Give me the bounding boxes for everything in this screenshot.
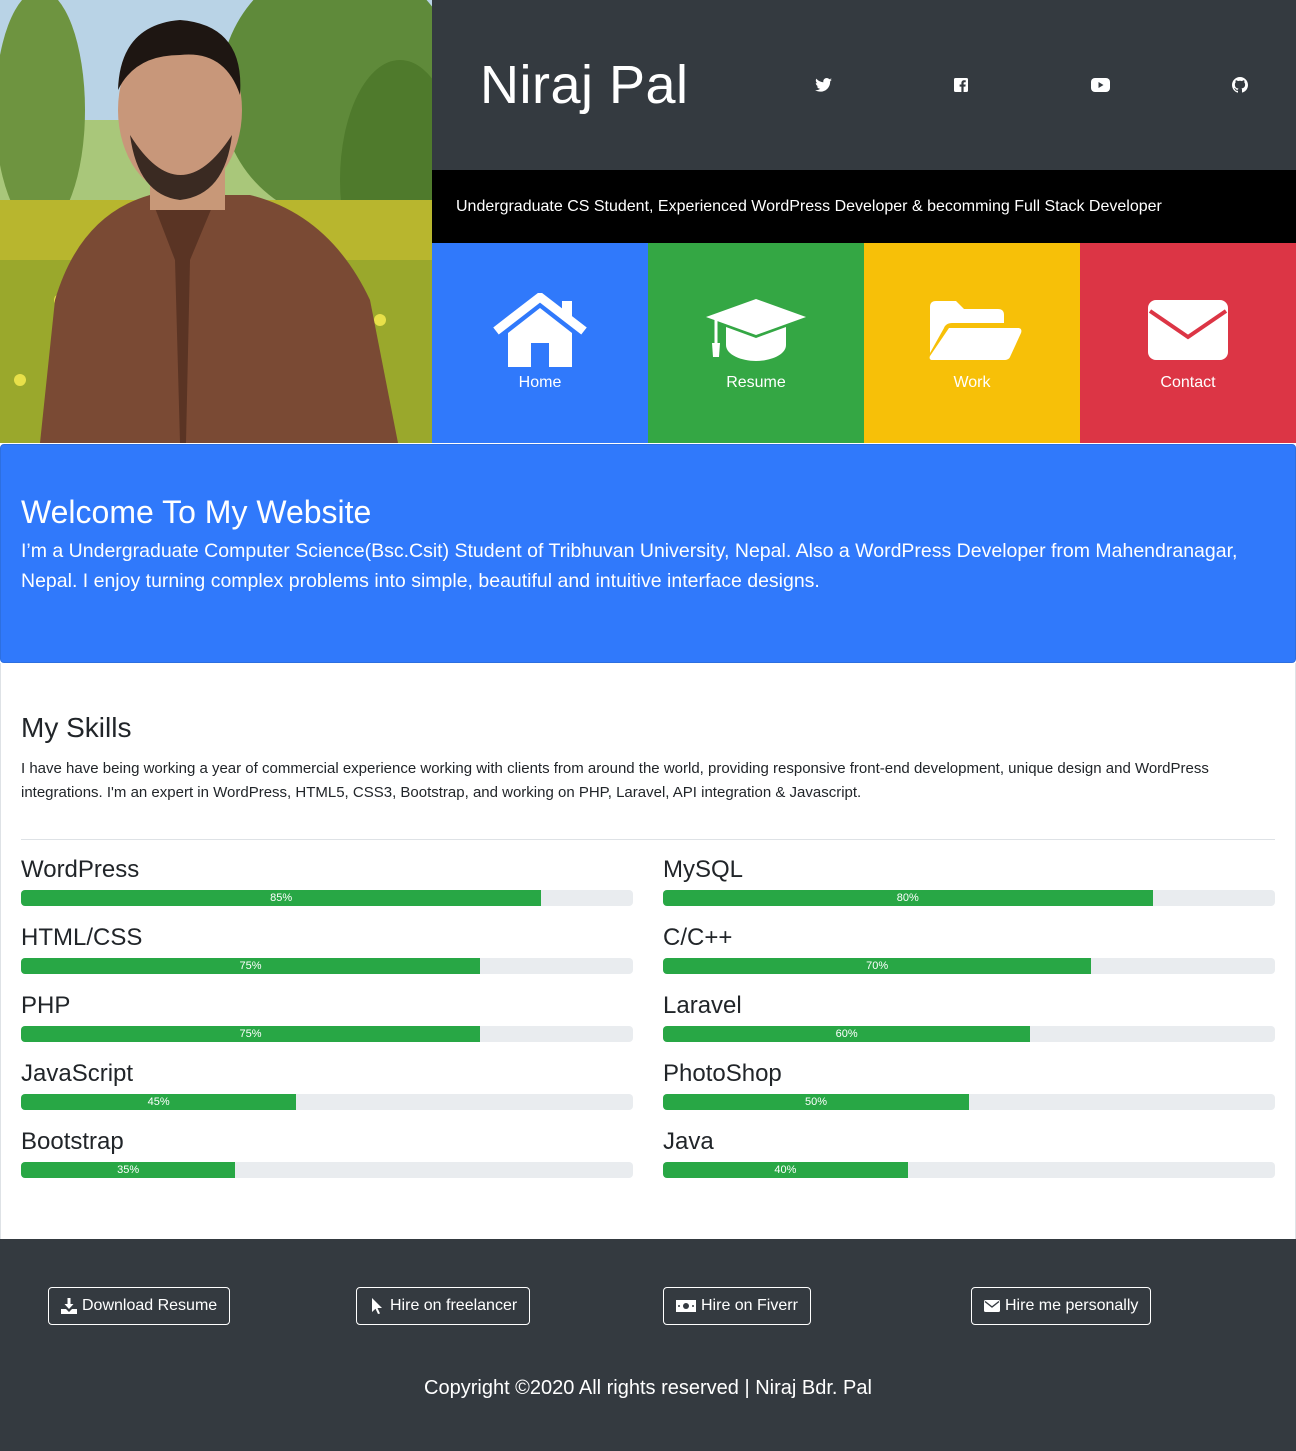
skill-progress-bar: 60%	[663, 1025, 1275, 1042]
skill-name: PHP	[21, 991, 71, 1019]
skill-item: PhotoShop 50%	[663, 1059, 1275, 1130]
skill-name: PhotoShop	[663, 1059, 782, 1087]
skill-progress-bar: 75%	[21, 957, 633, 974]
skill-name: MySQL	[663, 855, 744, 883]
envelope-icon	[984, 1298, 1000, 1314]
skill-progress-fill: 75%	[21, 1025, 480, 1042]
skill-name: WordPress	[21, 855, 140, 883]
skill-item: HTML/CSS 75%	[21, 923, 633, 994]
skill-progress-fill: 50%	[663, 1093, 969, 1110]
skills-column-right: MySQL 80% C/C++ 70% Laravel 60% PhotoShop 50% Ja…	[663, 855, 1275, 1198]
skill-progress-fill: 60%	[663, 1025, 1031, 1042]
skill-item: WordPress 85%	[21, 855, 633, 926]
divider	[21, 838, 1275, 840]
twitter-icon[interactable]	[812, 74, 834, 96]
tagline: Undergraduate CS Student, Experienced Wo…	[456, 197, 1162, 215]
nav-tile-home[interactable]: Home	[432, 243, 648, 443]
hire-freelancer-button[interactable]: Hire on freelancer	[356, 1287, 531, 1325]
nav-tile-home-label: Home	[518, 374, 562, 391]
skill-name: JavaScript	[21, 1059, 134, 1087]
skill-name: Bootstrap	[21, 1127, 124, 1155]
tagline-bar: Undergraduate CS Student, Experienced Wo…	[432, 170, 1296, 243]
facebook-icon[interactable]	[950, 74, 972, 96]
skill-progress-bar: 40%	[663, 1161, 1275, 1178]
skills-column-left: WordPress 85% HTML/CSS 75% PHP 75% JavaScript 4…	[21, 855, 633, 1198]
nav-tiles: Home Resume Work Contact	[432, 243, 1296, 443]
copyright: Copyright ©2020 All rights reserved | Ni…	[424, 1377, 872, 1399]
hire-freelancer-label: Hire on freelancer	[390, 1297, 518, 1314]
skill-progress-fill: 75%	[21, 957, 480, 974]
home-icon	[493, 293, 587, 367]
cursor-icon	[369, 1298, 385, 1314]
skill-progress-fill: 40%	[663, 1161, 908, 1178]
nav-tile-resume[interactable]: Resume	[648, 243, 864, 443]
skill-progress-fill: 70%	[663, 957, 1092, 974]
graduation-cap-icon	[706, 299, 806, 361]
github-icon[interactable]	[1229, 74, 1251, 96]
skill-name: C/C++	[663, 923, 733, 951]
skill-progress-fill: 80%	[663, 889, 1153, 906]
skill-item: MySQL 80%	[663, 855, 1275, 926]
skill-progress-fill: 45%	[21, 1093, 297, 1110]
welcome-title: Welcome To My Website	[21, 494, 372, 530]
hire-personally-button[interactable]: Hire me personally	[971, 1287, 1152, 1325]
skill-progress-bar: 85%	[21, 889, 633, 906]
skills-grid: WordPress 85% HTML/CSS 75% PHP 75% JavaScript 4…	[21, 855, 1275, 1198]
header: Niraj Pal Undergraduate CS Student, Expe…	[0, 0, 1296, 443]
envelope-icon	[1148, 300, 1228, 360]
footer: Download Resume Hire on freelancer Hire …	[0, 1239, 1296, 1451]
skill-name: Java	[663, 1127, 714, 1155]
skill-item: C/C++ 70%	[663, 923, 1275, 994]
skill-progress-bar: 70%	[663, 957, 1275, 974]
hire-fiverr-button[interactable]: Hire on Fiverr	[663, 1287, 811, 1325]
money-icon	[676, 1298, 696, 1314]
profile-photo-illustration	[0, 0, 432, 443]
skill-name: Laravel	[663, 991, 742, 1019]
skill-progress-bar: 45%	[21, 1093, 633, 1110]
skill-progress-bar: 75%	[21, 1025, 633, 1042]
skill-item: Bootstrap 35%	[21, 1127, 633, 1198]
hire-personally-label: Hire me personally	[1005, 1297, 1139, 1314]
skills-section: My Skills I have have being working a ye…	[0, 663, 1296, 1239]
site-title: Niraj Pal	[480, 55, 689, 115]
skill-progress-bar: 35%	[21, 1161, 633, 1178]
nav-tile-resume-label: Resume	[726, 374, 786, 391]
download-icon	[61, 1298, 77, 1314]
skill-item: Laravel 60%	[663, 991, 1275, 1062]
skill-item: Java 40%	[663, 1127, 1275, 1198]
welcome-section: Welcome To My Website I’m a Undergraduat…	[0, 444, 1296, 663]
skill-progress-fill: 85%	[21, 889, 542, 906]
skill-progress-fill: 35%	[21, 1161, 236, 1178]
skill-progress-bar: 80%	[663, 889, 1275, 906]
hire-fiverr-label: Hire on Fiverr	[701, 1297, 798, 1314]
youtube-icon[interactable]	[1089, 74, 1111, 96]
nav-tile-contact-label: Contact	[1160, 374, 1216, 391]
skill-item: PHP 75%	[21, 991, 633, 1062]
welcome-text: I’m a Undergraduate Computer Science(Bsc…	[21, 540, 1238, 592]
skills-intro: I have have being working a year of comm…	[21, 759, 1209, 801]
nav-tile-work-label: Work	[953, 374, 991, 391]
skill-item: JavaScript 45%	[21, 1059, 633, 1130]
skill-name: HTML/CSS	[21, 923, 143, 951]
skill-progress-bar: 50%	[663, 1093, 1275, 1110]
profile-photo	[0, 0, 432, 443]
nav-tile-work[interactable]: Work	[864, 243, 1080, 443]
brand-bar: Niraj Pal	[432, 0, 1296, 170]
folder-open-icon	[929, 301, 1022, 360]
nav-tile-contact[interactable]: Contact	[1080, 243, 1296, 443]
download-resume-button[interactable]: Download Resume	[48, 1287, 231, 1325]
skills-title: My Skills	[21, 712, 132, 743]
download-resume-label: Download Resume	[82, 1297, 218, 1314]
